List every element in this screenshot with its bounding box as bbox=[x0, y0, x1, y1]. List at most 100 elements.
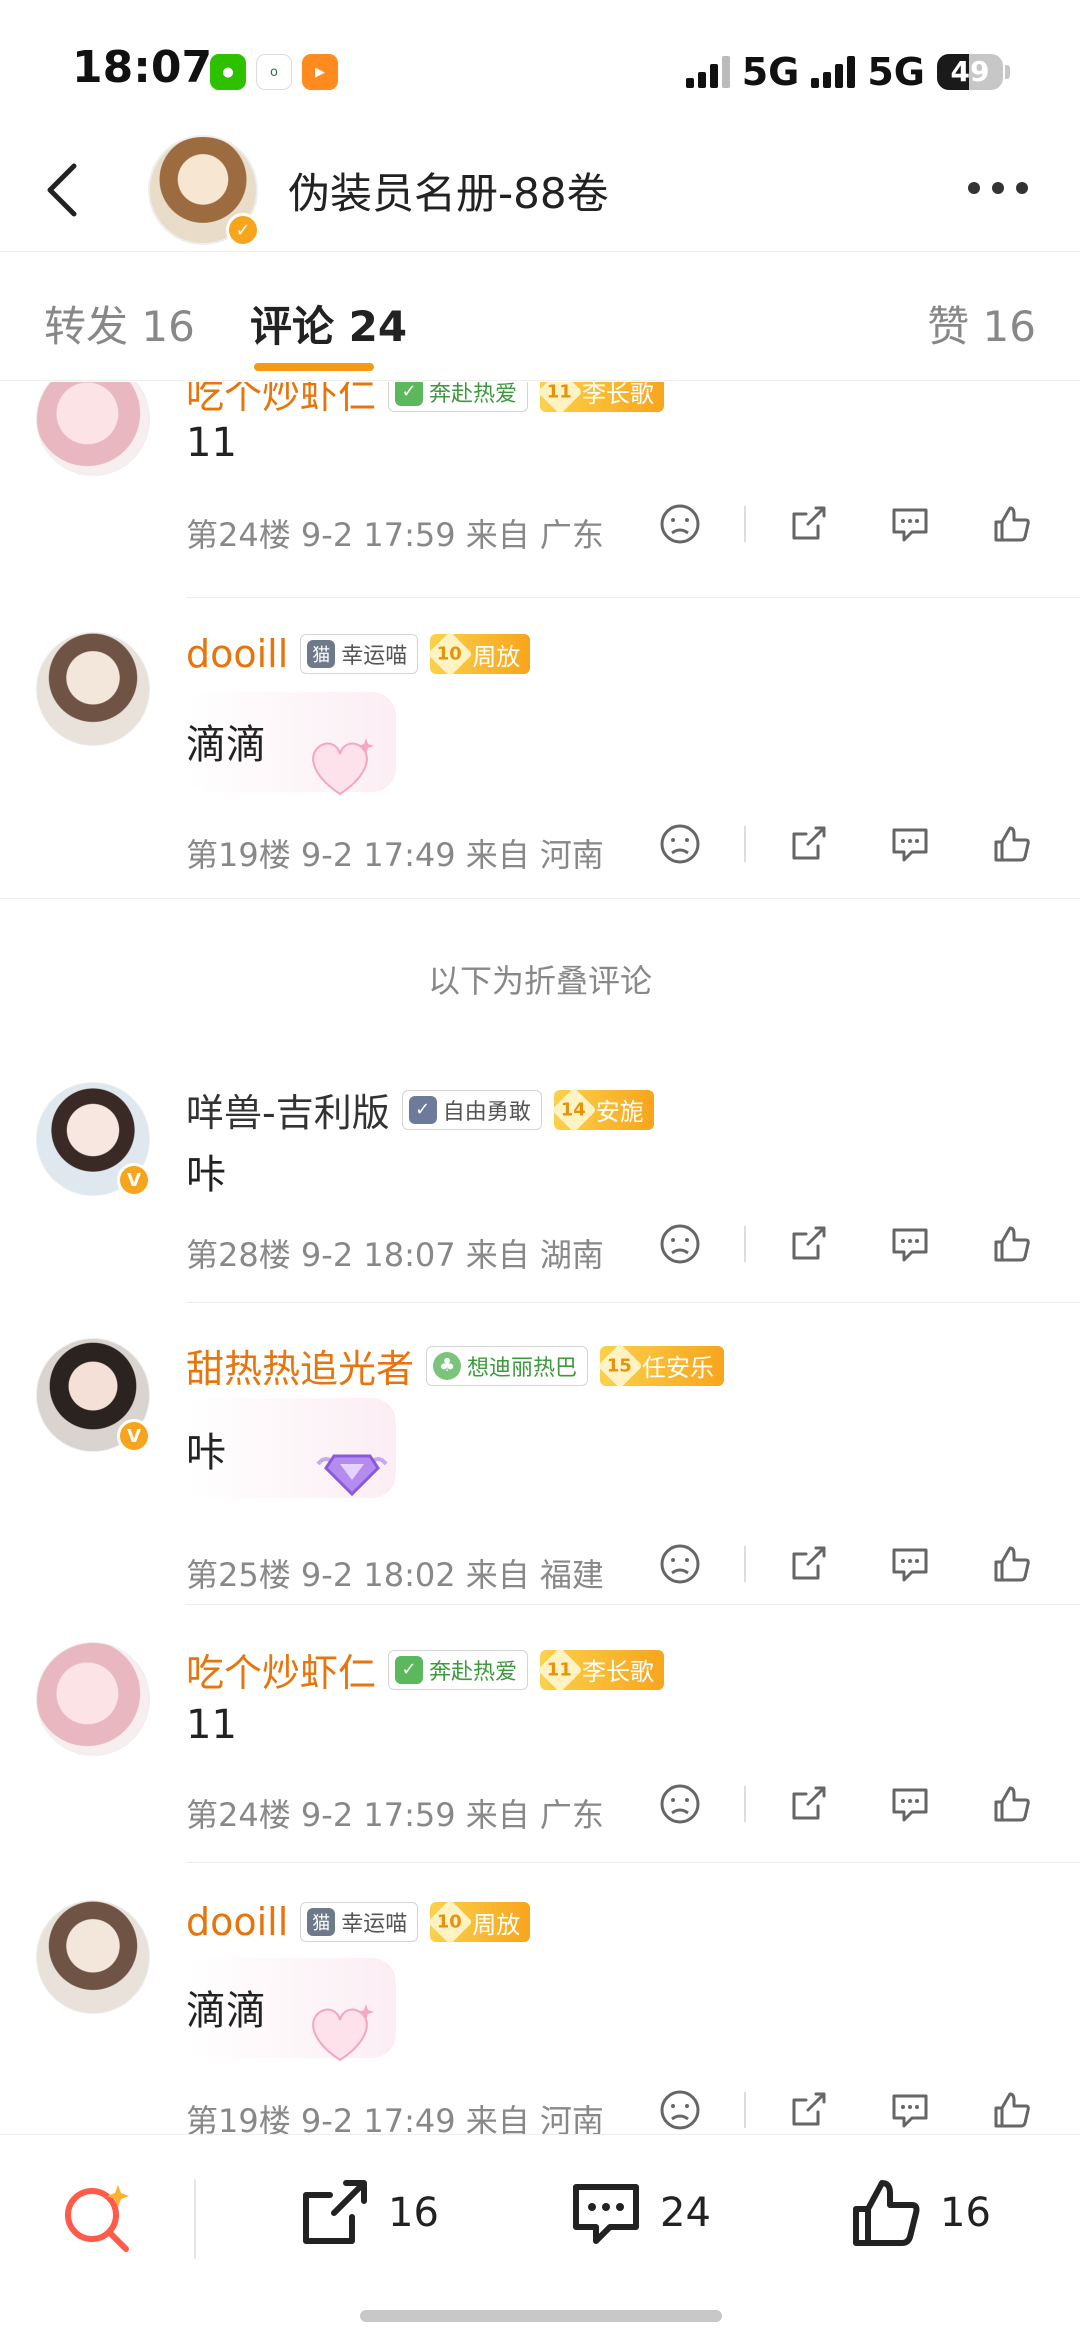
level-badge[interactable]: 14 安旎 bbox=[551, 1086, 654, 1133]
comment-header: dooill 猫 幸运喵 10 周放 bbox=[186, 1899, 531, 1945]
tab-comments[interactable]: 评论 24 bbox=[250, 293, 407, 354]
fan-badge[interactable]: ✓ 奔赴热爱 bbox=[388, 382, 529, 412]
comment-actions bbox=[650, 822, 1034, 866]
back-button[interactable] bbox=[36, 158, 96, 222]
comment-icon[interactable] bbox=[888, 1222, 932, 1266]
share-icon[interactable] bbox=[786, 822, 830, 866]
comment-text: 11 bbox=[186, 420, 237, 466]
level-label: 李长歌 bbox=[582, 382, 655, 408]
search-button[interactable] bbox=[60, 2181, 136, 2257]
comment-time: 9-2 17:59 bbox=[300, 1796, 456, 1834]
level-label: 安旎 bbox=[595, 1098, 644, 1126]
fan-badge[interactable]: ♣ 想迪丽热巴 bbox=[426, 1345, 589, 1386]
username[interactable]: 咩兽-吉利版 bbox=[186, 1082, 390, 1137]
avatar[interactable]: V bbox=[36, 1338, 151, 1453]
comment-location: 来自 河南 bbox=[465, 2102, 604, 2134]
comment-meta: 第28楼 9-2 18:07 来自 湖南 bbox=[186, 1230, 604, 1276]
dislike-icon[interactable] bbox=[658, 502, 702, 546]
comment-count: 24 bbox=[660, 2190, 711, 2236]
comment-icon[interactable] bbox=[888, 502, 932, 546]
more-icon[interactable] bbox=[968, 182, 1028, 194]
level-badge[interactable]: 11 李长歌 bbox=[537, 382, 665, 415]
like-button[interactable]: 16 bbox=[848, 2175, 991, 2251]
dislike-icon[interactable] bbox=[658, 1542, 702, 1586]
floor-number: 第19楼 bbox=[186, 2102, 291, 2134]
floor-number: 第19楼 bbox=[186, 836, 291, 874]
share-icon[interactable] bbox=[786, 1222, 830, 1266]
username[interactable]: dooill bbox=[186, 632, 288, 676]
like-icon[interactable] bbox=[990, 1782, 1034, 1826]
tab-repost[interactable]: 转发 16 bbox=[44, 293, 195, 354]
level-badge[interactable]: 10 周放 bbox=[427, 1899, 531, 1945]
like-icon[interactable] bbox=[990, 502, 1034, 546]
level-label: 周放 bbox=[472, 642, 521, 671]
fan-badge[interactable]: 猫 幸运喵 bbox=[300, 634, 419, 674]
comment-icon[interactable] bbox=[888, 2088, 932, 2132]
level-badge[interactable]: 10 周放 bbox=[427, 631, 531, 677]
level-label: 任安乐 bbox=[642, 1354, 715, 1382]
dislike-icon[interactable] bbox=[658, 1222, 702, 1266]
share-icon[interactable] bbox=[786, 1542, 830, 1586]
comment-icon[interactable] bbox=[888, 822, 932, 866]
comment-text: 咔 bbox=[186, 1152, 226, 1198]
username[interactable]: 吃个炒虾仁 bbox=[186, 382, 376, 419]
share-icon bbox=[303, 2180, 367, 2244]
network-label: 5G bbox=[741, 50, 800, 94]
divider bbox=[186, 1862, 1080, 1863]
comment-icon[interactable] bbox=[888, 1542, 932, 1586]
fan-badge[interactable]: ✓ 自由勇敢 bbox=[401, 1089, 542, 1130]
tab-bar: 转发 16 评论 24 赞 16 bbox=[0, 253, 1080, 381]
folded-comments-label[interactable]: 以下为折叠评论 bbox=[0, 956, 1080, 1002]
fan-badge-label: 奔赴热爱 bbox=[429, 1659, 518, 1685]
page-title[interactable]: 伪装员名册-88卷 bbox=[288, 160, 609, 221]
level-label: 李长歌 bbox=[582, 1658, 655, 1686]
like-icon[interactable] bbox=[990, 2088, 1034, 2132]
dislike-icon[interactable] bbox=[658, 2088, 702, 2132]
repost-button[interactable]: 16 bbox=[296, 2175, 439, 2251]
username[interactable]: 吃个炒虾仁 bbox=[186, 1642, 376, 1697]
comment-text: 咔 bbox=[186, 1430, 226, 1476]
comment-icon[interactable] bbox=[888, 1782, 932, 1826]
dislike-icon[interactable] bbox=[658, 1782, 702, 1826]
like-icon bbox=[853, 2180, 920, 2246]
avatar[interactable] bbox=[36, 382, 150, 476]
comment-actions bbox=[650, 502, 1034, 546]
oppo-icon: o bbox=[256, 54, 292, 90]
comment-list[interactable]: 吃个炒虾仁 ✓ 奔赴热爱 11 李长歌 11 第24楼 9-2 17:59 来自… bbox=[0, 382, 1080, 2134]
like-icon[interactable] bbox=[990, 1222, 1034, 1266]
share-icon[interactable] bbox=[786, 502, 830, 546]
comment-header: 甜热热追光者 ♣ 想迪丽热巴 15 任安乐 bbox=[186, 1338, 725, 1393]
comment-time: 9-2 17:59 bbox=[300, 516, 456, 554]
action-divider bbox=[744, 826, 746, 862]
home-indicator[interactable] bbox=[360, 2310, 722, 2322]
username[interactable]: dooill bbox=[186, 1900, 288, 1944]
cat-icon: 猫 bbox=[307, 1908, 336, 1936]
comment-time: 9-2 17:49 bbox=[300, 2102, 456, 2134]
level-badge[interactable]: 15 任安乐 bbox=[597, 1342, 725, 1389]
status-time: 18:07 bbox=[72, 42, 213, 93]
fan-badge[interactable]: 猫 幸运喵 bbox=[300, 1902, 419, 1942]
like-icon[interactable] bbox=[990, 822, 1034, 866]
share-icon[interactable] bbox=[786, 2088, 830, 2132]
avatar[interactable] bbox=[36, 632, 150, 746]
wechat-icon: ● bbox=[210, 54, 246, 90]
avatar[interactable] bbox=[36, 1900, 150, 2014]
tab-likes[interactable]: 赞 16 bbox=[927, 293, 1036, 354]
like-icon[interactable] bbox=[990, 1542, 1034, 1586]
dislike-icon[interactable] bbox=[658, 822, 702, 866]
avatar[interactable] bbox=[36, 1642, 150, 1756]
comment-button[interactable]: 24 bbox=[568, 2175, 711, 2251]
author-avatar[interactable]: ✓ bbox=[148, 135, 260, 247]
gem-icon bbox=[316, 1454, 388, 1497]
toolbar-divider bbox=[194, 2179, 196, 2259]
avatar[interactable]: V bbox=[36, 1082, 151, 1197]
username[interactable]: 甜热热追光者 bbox=[186, 1338, 414, 1393]
battery-tip bbox=[1005, 65, 1010, 79]
level-badge[interactable]: 11 李长歌 bbox=[537, 1646, 665, 1693]
fan-badge[interactable]: ✓ 奔赴热爱 bbox=[388, 1649, 529, 1690]
share-icon[interactable] bbox=[786, 1782, 830, 1826]
fan-badge-label: 自由勇敢 bbox=[442, 1099, 531, 1125]
divider bbox=[186, 1604, 1080, 1605]
level-number: 11 bbox=[537, 382, 583, 415]
level-label: 周放 bbox=[472, 1910, 521, 1939]
